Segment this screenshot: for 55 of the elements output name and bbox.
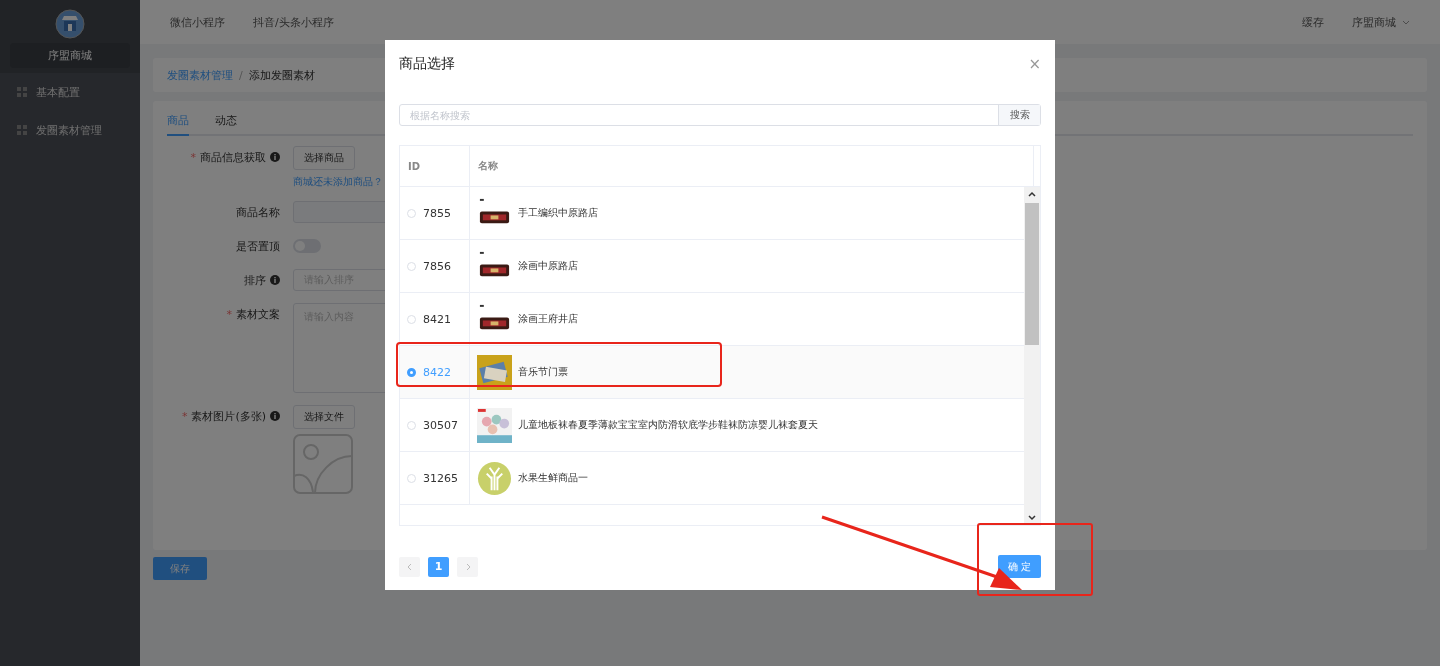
select-file-button[interactable]: 选择文件: [293, 405, 355, 429]
field-label: 素材图片(多张): [191, 408, 266, 424]
grid-icon: [17, 125, 27, 135]
id-cell: 7856: [423, 259, 451, 273]
scrollbar[interactable]: [1024, 187, 1040, 525]
product-name: 水果生鲜商品一: [518, 471, 588, 485]
id-cell: 8421: [423, 312, 451, 326]
column-header: ID: [400, 146, 470, 186]
field-label: 商品名称: [236, 204, 280, 220]
required-mark: *: [226, 307, 232, 321]
required-mark: *: [181, 409, 188, 423]
field-label: 商品信息获取: [200, 149, 266, 165]
grid-icon: [17, 87, 27, 97]
select-product-button[interactable]: 选择商品: [293, 146, 355, 170]
save-button[interactable]: 保存: [153, 557, 207, 580]
breadcrumb-current: 添加发圈素材: [248, 67, 315, 83]
previous-page-button[interactable]: [399, 556, 420, 577]
add-product-link[interactable]: 商城还未添加商品？: [293, 175, 383, 189]
product-name: 涂画中原路店: [518, 259, 578, 273]
breadcrumb-separator: /: [239, 68, 243, 82]
field-label: 是否置顶: [236, 238, 280, 254]
tickets-thumbnail: [477, 354, 512, 390]
store-logo-icon: [55, 9, 85, 39]
product-name: 儿童地板袜春夏季薄款宝宝室内防滑软底学步鞋袜防凉婴儿袜套夏天: [518, 418, 818, 432]
cache-link[interactable]: 缓存: [1302, 14, 1324, 30]
image-placeholder-icon[interactable]: [293, 434, 353, 494]
field-label: 排序: [244, 272, 266, 288]
chevron-left-icon: [405, 562, 414, 571]
store-name: 序盟商城: [10, 43, 130, 68]
radio-button[interactable]: [407, 367, 416, 377]
id-cell: 7855: [423, 206, 451, 220]
column-header: 名称: [470, 146, 1034, 186]
product-name: 手工编织中原路店: [518, 206, 598, 220]
search-button[interactable]: 搜索: [998, 105, 1040, 125]
id-cell: 30507: [423, 418, 458, 432]
confirm-button[interactable]: 确 定: [998, 555, 1041, 578]
id-cell: 8422: [423, 365, 451, 379]
field-label: 素材文案: [236, 306, 280, 322]
chevron-down-icon: [1402, 19, 1410, 25]
next-page-button[interactable]: [457, 556, 478, 577]
form-tab[interactable]: 商品: [167, 101, 189, 136]
required-mark: *: [190, 150, 196, 164]
socks-thumbnail: [477, 407, 512, 443]
top-tab[interactable]: 抖音/头条小程序: [253, 14, 334, 30]
user-menu[interactable]: 序盟商城: [1352, 14, 1396, 30]
dialog-title: 商品选择: [399, 55, 455, 73]
breadcrumb-link[interactable]: 发圈素材管理: [167, 67, 233, 83]
page-button[interactable]: 1: [428, 556, 449, 577]
plant-logo-thumbnail: [477, 460, 512, 496]
id-cell: 31265: [423, 471, 458, 485]
top-tab[interactable]: 微信小程序: [170, 14, 225, 30]
product-name: 音乐节门票: [518, 365, 568, 379]
product-name: 涂画王府井店: [518, 312, 578, 326]
form-tab[interactable]: 动态: [215, 101, 237, 136]
close-button[interactable]: ×: [1028, 55, 1041, 73]
